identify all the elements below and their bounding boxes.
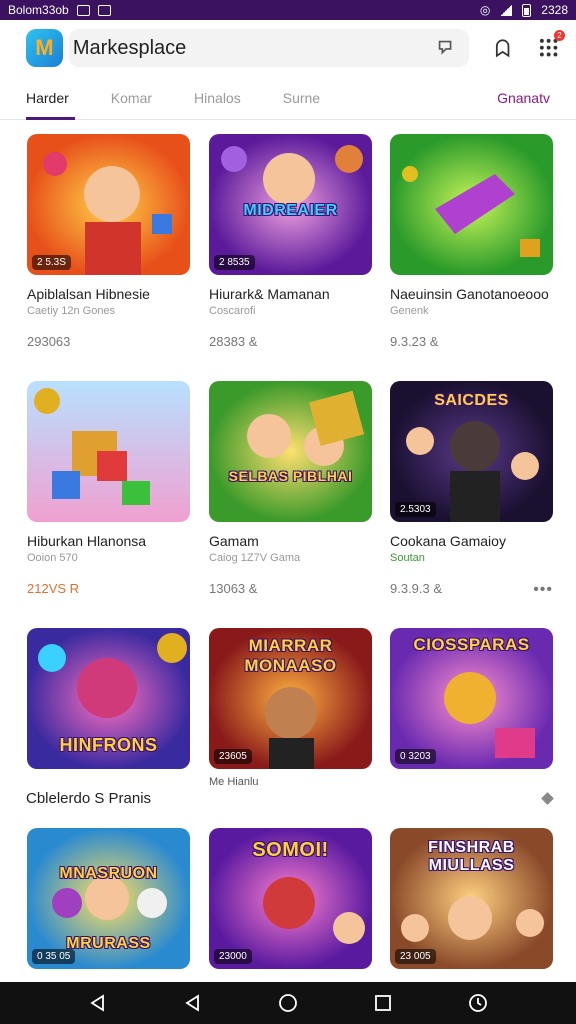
game-card[interactable]: FINSHRAB MIULLASS 23 005: [390, 828, 553, 969]
game-tag: 23605: [214, 749, 252, 764]
game-title: Hiurark& Mamanan: [209, 286, 330, 302]
game-card[interactable]: CIOSSPARAS 0 3203: [390, 628, 553, 769]
game-thumbnail[interactable]: SOMOI! 23000: [209, 828, 372, 969]
game-thumbnail[interactable]: [27, 381, 190, 522]
home-circle-icon: [279, 994, 297, 1012]
game-thumbnail[interactable]: MNASRUON MRURASS 0 35 05: [27, 828, 190, 969]
diamond-icon[interactable]: [541, 792, 554, 805]
page-title: Markesplace: [72, 36, 187, 59]
tab-gnanatv[interactable]: Gnanatv: [497, 76, 550, 120]
game-tag: 2 8535: [214, 255, 255, 270]
game-card[interactable]: MIARRAR MONAASO 23605: [209, 628, 372, 769]
game-title: Hiburkan Hlanonsa: [27, 533, 147, 549]
location-icon: ◎: [479, 3, 491, 17]
game-subtitle: Caiog 1Z7V Gama: [209, 552, 301, 564]
more-options-button[interactable]: •••: [533, 581, 553, 599]
game-art-title: HINFRONS: [59, 735, 158, 756]
profile-icon[interactable]: [491, 36, 514, 60]
game-tag: 2 5.3S: [32, 255, 71, 270]
game-subtitle: Genenk: [390, 305, 429, 317]
search-icon[interactable]: [435, 37, 457, 59]
game-card[interactable]: SAICDES 2.5303 Cookana Gamaioy Soutan 9.…: [390, 381, 553, 599]
game-subtitle: Coscarofi: [209, 305, 256, 317]
recents-button[interactable]: [372, 992, 394, 1014]
game-art-title: SOMOI!: [252, 839, 329, 862]
game-art-title: MIDREAIER: [243, 201, 338, 219]
game-title: Naeuinsin Ganotanoeooo: [390, 286, 549, 302]
game-card[interactable]: MNASRUON MRURASS 0 35 05: [27, 828, 190, 969]
game-thumbnail[interactable]: SELBAS PIBLHAI: [209, 381, 372, 522]
game-card[interactable]: Hiburkan Hlanonsa Ooion 570 212VS R: [27, 381, 190, 596]
gallery-icon: [76, 4, 90, 16]
game-thumbnail[interactable]: SAICDES 2.5303: [390, 381, 553, 522]
section-title: Cblelerdo S Pranis: [26, 790, 152, 807]
game-art-title: CIOSSPARAS: [413, 635, 530, 655]
game-card[interactable]: Naeuinsin Ganotanoeooo Genenk 9.3.23 &: [390, 134, 553, 349]
clock-icon: [469, 994, 488, 1012]
game-price: 293063: [27, 334, 71, 349]
game-art-title: SAICDES: [434, 392, 509, 410]
game-art-title: MIARRAR MONAASO: [244, 636, 337, 676]
game-price: 9.3.23 &: [390, 334, 439, 349]
game-tag: 0 3203: [395, 749, 436, 764]
app-notification-icon: [97, 4, 111, 16]
game-card[interactable]: HINFRONS: [27, 628, 190, 769]
game-tag: 2.5303: [395, 502, 436, 517]
notification-badge: 2: [553, 30, 565, 41]
game-tag: 23000: [214, 949, 252, 964]
status-time: 2328: [541, 3, 568, 17]
signal-icon: [500, 4, 513, 16]
game-title: Cookana Gamaioy: [390, 533, 506, 549]
tab-harder[interactable]: Harder: [26, 76, 75, 120]
back-alt-button[interactable]: [182, 992, 204, 1014]
game-thumbnail[interactable]: CIOSSPARAS 0 3203: [390, 628, 553, 769]
game-price: 9.3.9.3 & •••: [390, 581, 553, 599]
game-thumbnail[interactable]: MIDREAIER 2 8535: [209, 134, 372, 275]
category-tabs: Harder Komar Hinalos Surne Gnanatv: [0, 76, 576, 120]
square-icon: [375, 995, 392, 1011]
tab-komar[interactable]: Komar: [111, 76, 152, 120]
app-logo[interactable]: M: [26, 29, 63, 67]
game-subtitle: Soutan: [390, 552, 425, 564]
game-card[interactable]: SELBAS PIBLHAI Gamam Caiog 1Z7V Gama 130…: [209, 381, 372, 596]
back-button[interactable]: [87, 992, 109, 1014]
game-price: 28383 &: [209, 334, 258, 349]
game-art-title: FINSHRAB MIULLASS: [428, 839, 515, 875]
home-button[interactable]: [277, 992, 299, 1014]
back-triangle-icon: [89, 994, 104, 1012]
game-art-title: SELBAS PIBLHAI: [228, 468, 353, 485]
game-thumbnail[interactable]: MIARRAR MONAASO 23605: [209, 628, 372, 769]
game-tag: 0 35 05: [32, 949, 76, 964]
game-card[interactable]: 2 5.3S Apiblalsan Hibnesie Caetiy 12n Go…: [27, 134, 190, 349]
game-thumbnail[interactable]: [390, 134, 553, 275]
triangle-icon: [185, 994, 199, 1012]
section-header: Cblelerdo S Pranis: [26, 790, 554, 807]
game-subtitle: Ooion 570: [27, 552, 78, 564]
game-card[interactable]: SOMOI! 23000: [209, 828, 372, 969]
assistant-button[interactable]: [467, 992, 489, 1014]
game-thumbnail[interactable]: HINFRONS: [27, 628, 190, 769]
game-thumbnail[interactable]: 2 5.3S: [27, 134, 190, 275]
game-thumbnail[interactable]: FINSHRAB MIULLASS 23 005: [390, 828, 553, 969]
search-bar[interactable]: Markesplace: [68, 29, 470, 67]
game-title: Gamam: [209, 533, 259, 549]
status-text: Bolom33ob: [8, 3, 69, 17]
card-caption: Me Hianlu: [209, 776, 259, 788]
game-price: 212VS R: [27, 581, 80, 596]
game-tag: 23 005: [395, 949, 436, 964]
battery-icon: [522, 3, 532, 17]
game-title: Apiblalsan Hibnesie: [27, 286, 150, 302]
game-price: 13063 &: [209, 581, 258, 596]
app-header: M Markesplace 2: [0, 20, 576, 76]
tab-surne[interactable]: Surne: [283, 76, 320, 120]
apps-menu-button[interactable]: 2: [537, 30, 565, 60]
tab-hinalos[interactable]: Hinalos: [194, 76, 241, 120]
game-card[interactable]: MIDREAIER 2 8535 Hiurark& Mamanan Coscar…: [209, 134, 372, 349]
game-subtitle: Caetiy 12n Gones: [27, 305, 116, 317]
system-nav-bar: [0, 982, 576, 1024]
status-bar: Bolom33ob ◎ 2328: [0, 0, 576, 20]
